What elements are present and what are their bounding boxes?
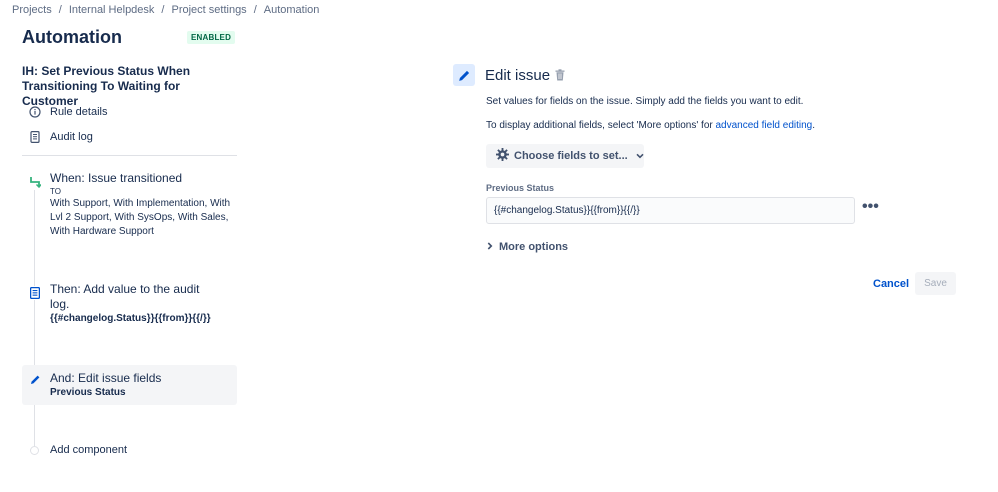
- field-more-actions-icon[interactable]: •••: [862, 199, 879, 215]
- chevron-down-icon: [636, 150, 644, 162]
- page-title: Automation: [22, 27, 122, 47]
- previous-status-input[interactable]: [486, 197, 855, 224]
- choose-fields-button[interactable]: Choose fields to set...: [486, 144, 644, 168]
- add-component-label: Add component: [50, 444, 128, 456]
- editor-additional-hint: To display additional fields, select 'Mo…: [486, 120, 815, 131]
- edit-action-field: Previous Status: [50, 387, 126, 398]
- status-badge: ENABLED: [187, 31, 236, 44]
- choose-fields-label: Choose fields to set...: [514, 150, 628, 162]
- rule-name: IH: Set Previous Status When Transitioni…: [22, 64, 191, 108]
- breadcrumb-internal-helpdesk[interactable]: Internal Helpdesk: [69, 4, 155, 16]
- sidebar-divider: [22, 155, 237, 156]
- additional-hint-text: To display additional fields, select 'Mo…: [486, 120, 716, 131]
- more-options-toggle[interactable]: More options: [487, 241, 568, 253]
- breadcrumb-projects[interactable]: Projects: [12, 4, 52, 16]
- save-button[interactable]: Save: [915, 272, 956, 295]
- advanced-field-editing-link[interactable]: advanced field editing: [716, 120, 813, 131]
- edit-action-title: And: Edit issue fields: [50, 371, 162, 385]
- trash-icon[interactable]: [555, 69, 565, 81]
- audit-action-title: Then: Add value to the audit log.: [50, 282, 200, 311]
- breadcrumb-automation[interactable]: Automation: [264, 4, 320, 16]
- editor-description: Set values for fields on the issue. Simp…: [486, 96, 804, 107]
- cancel-button[interactable]: Cancel: [867, 273, 915, 295]
- breadcrumb-separator: /: [253, 4, 257, 16]
- audit-action-value: {{#changelog.Status}}{{from}}{{/}}: [50, 313, 211, 324]
- transition-icon: [28, 175, 42, 189]
- breadcrumb-project-settings[interactable]: Project settings: [171, 4, 246, 16]
- audit-log-action[interactable]: Then: Add value to the audit log. {{#cha…: [22, 282, 237, 332]
- rule-details-link[interactable]: Rule details: [28, 105, 107, 119]
- breadcrumb-separator: /: [58, 4, 62, 16]
- gear-icon: [496, 148, 509, 164]
- audit-log-link[interactable]: Audit log: [28, 130, 93, 144]
- rule-details-label: Rule details: [50, 106, 108, 118]
- add-component-button[interactable]: Add component: [22, 444, 127, 456]
- trigger-title: When: Issue transitioned: [50, 171, 183, 185]
- edit-issue-icon: [453, 64, 475, 86]
- audit-log-icon: [28, 286, 42, 300]
- chevron-right-icon: [487, 241, 493, 253]
- previous-status-label: Previous Status: [486, 183, 555, 193]
- more-options-label: More options: [499, 241, 569, 253]
- timeline-end-dot: [30, 445, 39, 455]
- editor-title: Edit issue: [485, 67, 551, 84]
- trigger-statuses: With Support, With Implementation, With …: [50, 198, 231, 237]
- additional-hint-period: .: [812, 120, 816, 131]
- document-icon: [28, 130, 42, 144]
- trigger-to-label: TO: [50, 187, 61, 196]
- audit-log-label: Audit log: [50, 131, 93, 143]
- pencil-icon: [28, 372, 42, 386]
- breadcrumb-separator: /: [161, 4, 165, 16]
- trigger-component[interactable]: When: Issue transitioned TO With Support…: [22, 171, 237, 249]
- edit-issue-action[interactable]: And: Edit issue fields Previous Status: [22, 365, 237, 405]
- info-icon: [28, 105, 42, 119]
- breadcrumb: Projects / Internal Helpdesk / Project s…: [12, 4, 319, 16]
